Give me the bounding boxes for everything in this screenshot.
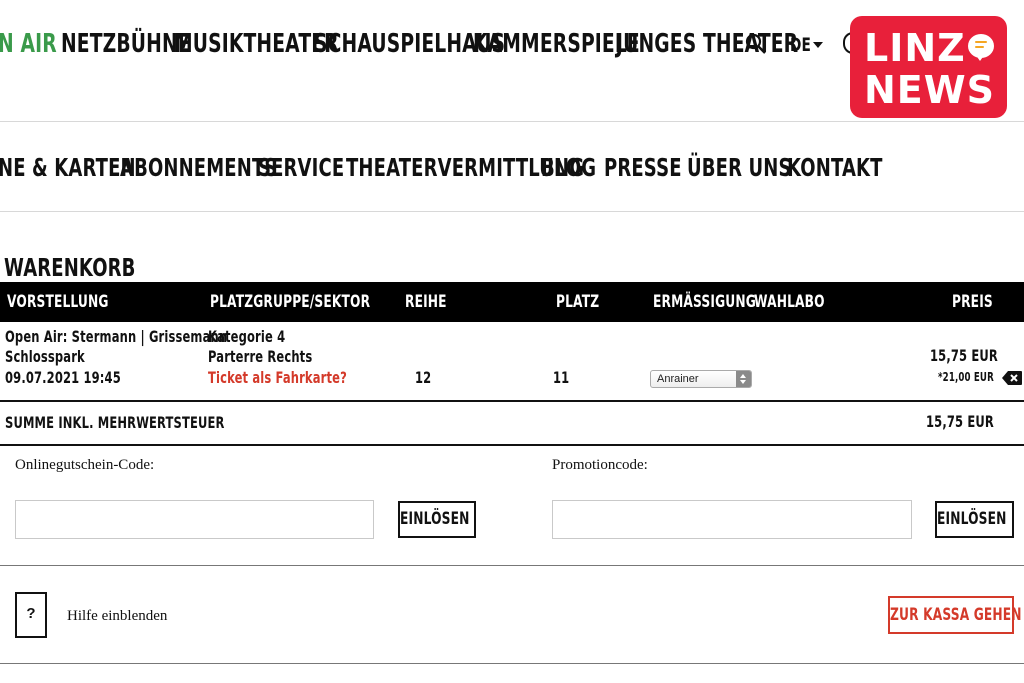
- help-toggle-label[interactable]: Hilfe einblenden: [67, 607, 167, 625]
- logo-line-1: LINZ: [864, 26, 966, 70]
- divider: [0, 400, 1024, 402]
- online-voucher-label: Onlinegutschein-Code:: [15, 457, 155, 473]
- nav-item-service[interactable]: SERVICE: [258, 154, 344, 182]
- logo-line-2: NEWS: [864, 68, 996, 112]
- nav-item-open-air[interactable]: N AIR: [0, 30, 57, 58]
- delete-icon[interactable]: [1002, 371, 1022, 385]
- item-original-price: *21,00 EUR: [938, 370, 994, 384]
- seat-number: 11: [553, 368, 570, 387]
- nav-item-abonnements[interactable]: ABONNEMENTS: [120, 154, 277, 182]
- page-title: WARENKORB: [4, 253, 136, 282]
- cart-table-header: VORSTELLUNG PLATZGRUPPE/SEKTOR REIHE PLA…: [0, 282, 1024, 322]
- chevron-down-icon[interactable]: [813, 42, 823, 48]
- column-header-wahlabo: WAHLABO: [754, 292, 825, 312]
- column-header-row: REIHE: [405, 292, 447, 312]
- nav-item-presse[interactable]: PRESSE: [604, 154, 682, 182]
- redeem-promo-button[interactable]: EINLÖSEN: [935, 501, 1014, 538]
- column-header-seat-group: PLATZGRUPPE/SEKTOR: [210, 292, 371, 312]
- column-header-seat: PLATZ: [556, 292, 600, 312]
- help-toggle-button[interactable]: ?: [15, 592, 47, 638]
- checkout-label: ZUR KASSA GEHEN: [890, 605, 1022, 625]
- column-header-price: PREIS: [952, 292, 993, 312]
- nav-item-ueber-uns[interactable]: ÜBER UNS: [687, 154, 792, 182]
- seat-category: Kategorie 4: [208, 327, 286, 346]
- redeem-voucher-button[interactable]: EINLÖSEN: [398, 501, 476, 538]
- divider: [0, 444, 1024, 446]
- language-selector[interactable]: DE: [790, 35, 811, 55]
- ticket-as-fare-link[interactable]: Ticket als Fahrkarte?: [208, 368, 347, 388]
- nav-item-kontakt[interactable]: KONTAKT: [787, 154, 883, 182]
- nav-item-blog[interactable]: BLOG: [541, 154, 596, 182]
- nav-item-netzbuehne[interactable]: NETZBÜHNE: [61, 30, 191, 58]
- column-header-discount: ERMÄSSIGUNG: [653, 292, 756, 312]
- nav-item-kammerspiele[interactable]: KAMMERSPIELE: [473, 30, 640, 58]
- show-title: Open Air: Stermann | Grissemann: [5, 327, 228, 346]
- sum-label: SUMME INKL. MEHRWERTSTEUER: [5, 413, 225, 432]
- discount-select-value: Anrainer: [657, 373, 699, 385]
- row-number: 12: [415, 368, 432, 387]
- nav-item-junges-theater[interactable]: JUNGES THEATER: [616, 30, 798, 58]
- discount-select[interactable]: Anrainer: [650, 370, 752, 388]
- search-icon[interactable]: [744, 32, 768, 56]
- online-voucher-input[interactable]: [15, 500, 374, 539]
- divider: [0, 663, 1024, 664]
- secondary-navigation: NE & KARTEN ABONNEMENTS SERVICE THEATERV…: [0, 122, 1024, 212]
- promo-code-label: Promotioncode:: [552, 457, 648, 473]
- show-datetime: 09.07.2021 19:45: [5, 368, 121, 387]
- item-price: 15,75 EUR: [930, 346, 998, 365]
- sum-value: 15,75 EUR: [926, 412, 994, 431]
- redeem-promo-label: EINLÖSEN: [937, 509, 1007, 529]
- linz-news-logo: LINZ NEWS: [850, 16, 1007, 118]
- promo-code-input[interactable]: [552, 500, 912, 539]
- column-header-show: VORSTELLUNG: [7, 292, 109, 312]
- help-icon: ?: [26, 605, 36, 622]
- chat-bubble-icon: [968, 34, 994, 61]
- show-venue: Schlosspark: [5, 347, 85, 366]
- seat-section: Parterre Rechts: [208, 347, 313, 366]
- checkout-button[interactable]: ZUR KASSA GEHEN: [888, 596, 1022, 634]
- select-arrows-icon: [736, 371, 751, 387]
- nav-item-abos-karten[interactable]: NE & KARTEN: [0, 154, 136, 182]
- redeem-voucher-label: EINLÖSEN: [400, 509, 470, 529]
- divider: [0, 565, 1024, 566]
